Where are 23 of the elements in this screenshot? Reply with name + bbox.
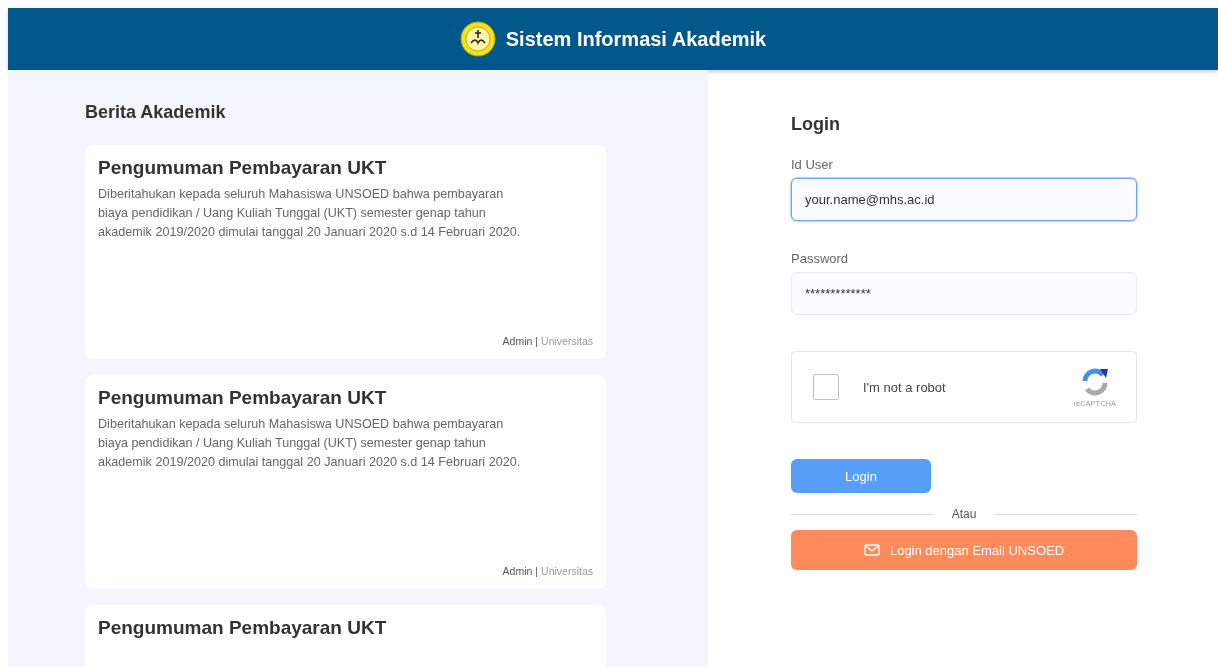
field-label: Id User xyxy=(791,157,834,172)
news-title: Pengumuman Pembayaran UKT xyxy=(98,157,388,179)
news-category: Universitas xyxy=(541,565,593,577)
field-label: Password xyxy=(791,251,850,266)
news-text: Diberitahukan kepada seluruh Mahasiswa UNSOED bahwa pembayaran biaya pendidikan / Uang Kuliah Tunggal (UKT) semester genap tahun akademik 2019/2020 dimulai tanggal 20 Januari 2020 s.d 14 Februari 2020. xyxy=(98,186,522,241)
news-author: Admin xyxy=(502,565,533,577)
university-emblem-icon xyxy=(459,21,496,57)
separator: | xyxy=(535,335,539,347)
separator: | xyxy=(535,565,539,577)
password-field[interactable]: ************* xyxy=(791,272,1137,315)
news-text: Diberitahukan kepada seluruh Mahasiswa UNSOED bahwa pembayaran biaya pendidikan / Uang Kuliah Tunggal (UKT) semester genap tahun akademik 2019/2020 dimulai tanggal 20 Januari 2020 s.d 14 Februari 2020. xyxy=(98,416,522,471)
news-title: Pengumuman Pembayaran UKT xyxy=(98,387,388,409)
section-heading: Berita Akademik xyxy=(85,102,227,123)
captcha-label: I'm not a robot xyxy=(863,379,946,395)
captcha-checkbox[interactable] xyxy=(813,374,839,400)
divider-label: Atau xyxy=(951,507,977,521)
news-title: Pengumuman Pembayaran UKT xyxy=(98,617,388,639)
user-id-field[interactable]: your.name@mhs.ac.id xyxy=(791,178,1137,221)
news-author: Admin xyxy=(502,335,533,347)
news-category: Universitas xyxy=(541,335,593,347)
envelope-icon xyxy=(863,544,880,556)
login-heading: Login xyxy=(791,114,841,135)
app-title: Sistem Informasi Akademik xyxy=(505,27,767,51)
